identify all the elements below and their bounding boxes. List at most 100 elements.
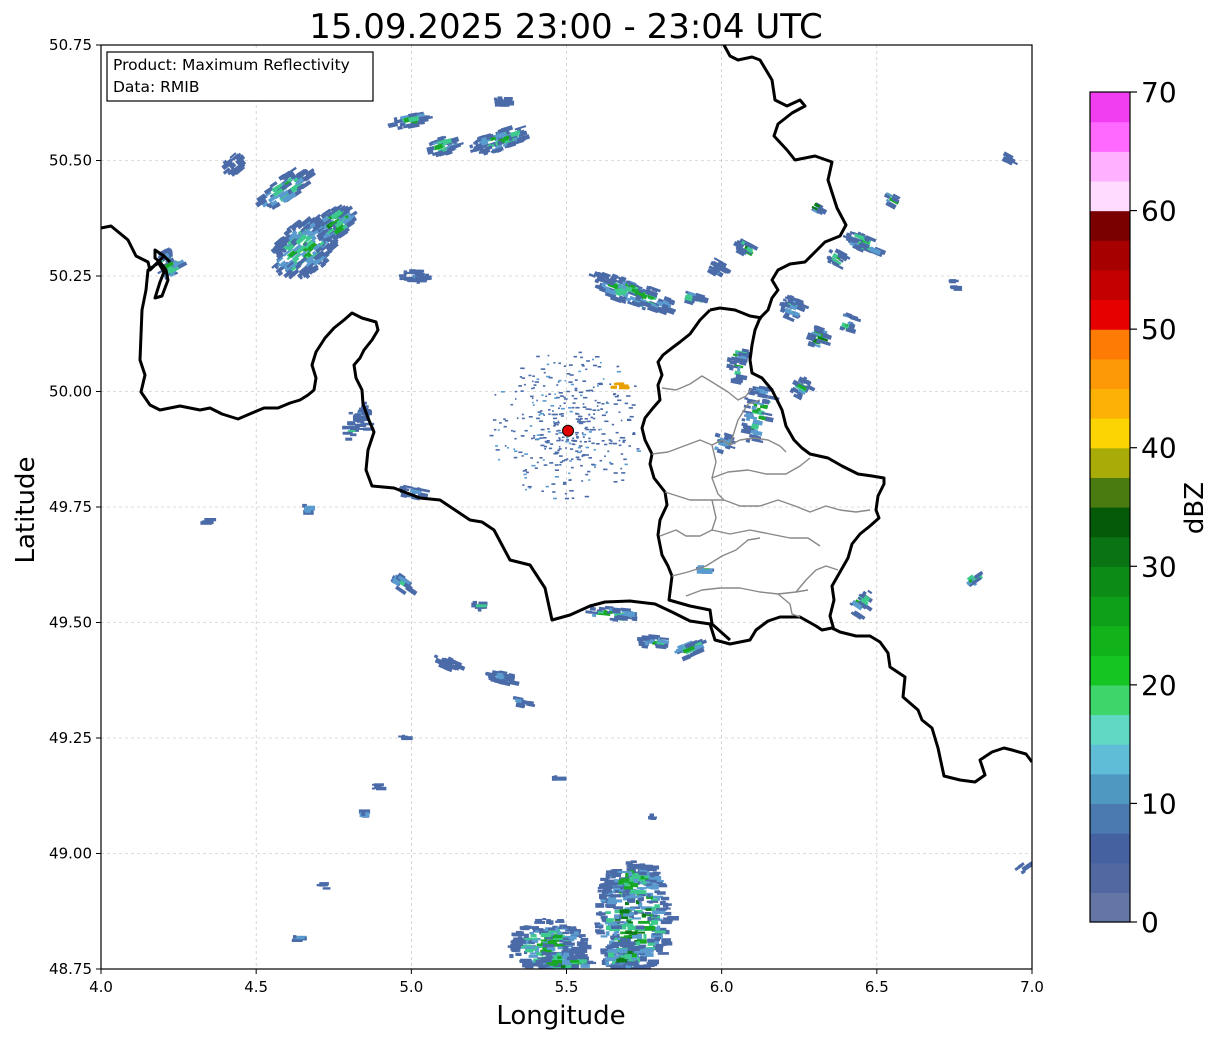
clutter-speck xyxy=(616,370,621,373)
clutter-speck xyxy=(585,428,590,431)
x-tick-label: 4.5 xyxy=(244,978,268,996)
colorbar-label: dBZ xyxy=(1180,482,1210,534)
clutter-speck xyxy=(558,392,563,394)
clutter-speck xyxy=(584,441,588,443)
clutter-speck xyxy=(613,393,617,395)
clutter-speck xyxy=(575,412,578,415)
clutter-speck xyxy=(571,497,575,499)
clutter-speck xyxy=(560,407,565,410)
clutter-speck xyxy=(619,436,623,439)
clutter-speck xyxy=(568,381,573,383)
clutter-speck xyxy=(510,403,514,406)
clutter-speck xyxy=(553,413,558,416)
clutter-speck xyxy=(616,365,620,368)
clutter-speck xyxy=(524,429,528,432)
clutter-speck xyxy=(528,416,533,418)
clutter-speck xyxy=(556,451,560,454)
clutter-speck xyxy=(571,395,575,397)
clutter-speck xyxy=(592,358,594,361)
clutter-speck xyxy=(546,375,551,378)
clutter-speck xyxy=(574,389,578,392)
clutter-speck xyxy=(569,490,574,492)
clutter-speck xyxy=(564,398,568,400)
clutter-speck xyxy=(522,484,525,486)
colorbar-step xyxy=(1090,299,1130,330)
clutter-speck xyxy=(572,437,574,440)
clutter-speck xyxy=(620,453,624,455)
clutter-speck xyxy=(606,401,608,404)
clutter-speck xyxy=(594,466,596,468)
clutter-speck xyxy=(529,425,533,427)
clutter-speck xyxy=(578,370,581,373)
colorbar-step xyxy=(1090,358,1130,390)
clutter-speck xyxy=(617,399,622,402)
clutter-speck xyxy=(520,435,525,437)
clutter-speck xyxy=(494,394,497,396)
clutter-speck xyxy=(593,364,598,367)
clutter-speck xyxy=(557,420,560,423)
clutter-speck xyxy=(586,420,591,423)
x-tick-label: 5.0 xyxy=(399,978,423,996)
clutter-speck xyxy=(550,443,554,445)
clutter-speck xyxy=(499,422,502,424)
clutter-speck xyxy=(532,401,534,404)
clutter-speck xyxy=(588,440,591,443)
clutter-speck xyxy=(538,414,541,416)
clutter-speck xyxy=(530,457,533,459)
clutter-speck xyxy=(620,467,623,470)
colorbar-step xyxy=(1090,625,1130,656)
clutter-speck xyxy=(617,394,619,397)
clutter-speck xyxy=(634,385,637,387)
clutter-speck xyxy=(588,389,593,392)
clutter-speck xyxy=(580,394,583,397)
clutter-speck xyxy=(521,413,524,416)
colorbar-step xyxy=(1090,833,1130,864)
clutter-speck xyxy=(520,390,524,392)
clutter-speck xyxy=(605,411,608,413)
clutter-speck xyxy=(576,437,579,439)
colorbar-step xyxy=(1090,744,1130,775)
clutter-speck xyxy=(576,458,579,460)
clutter-speck xyxy=(545,485,549,488)
clutter-speck xyxy=(536,461,539,464)
clutter-speck xyxy=(563,481,567,484)
clutter-speck xyxy=(536,399,538,402)
clutter-speck xyxy=(530,395,534,398)
y-tick-label: 50.50 xyxy=(49,152,92,170)
clutter-speck xyxy=(500,391,505,393)
clutter-speck xyxy=(568,407,571,409)
clutter-speck xyxy=(575,418,580,420)
clutter-speck xyxy=(536,438,540,440)
colorbar-tick-label: 60 xyxy=(1141,195,1177,228)
clutter-speck xyxy=(570,383,574,386)
clutter-speck xyxy=(584,418,588,420)
x-tick-label: 6.0 xyxy=(710,978,734,996)
clutter-speck xyxy=(563,365,567,367)
clutter-speck xyxy=(548,409,551,411)
clutter-speck xyxy=(571,439,576,442)
clutter-speck xyxy=(542,459,545,461)
clutter-speck xyxy=(536,378,540,380)
clutter-speck xyxy=(626,395,631,397)
clutter-speck xyxy=(571,466,574,469)
clutter-speck xyxy=(585,408,590,410)
colorbar-tick-label: 40 xyxy=(1141,432,1177,465)
clutter-speck xyxy=(636,448,640,450)
clutter-speck xyxy=(556,439,561,442)
clutter-speck xyxy=(541,394,544,396)
clutter-speck xyxy=(498,458,501,461)
clutter-speck xyxy=(532,404,535,406)
clutter-speck xyxy=(514,437,517,440)
clutter-speck xyxy=(578,391,584,394)
colorbar-step xyxy=(1090,507,1130,538)
clutter-speck xyxy=(549,462,554,464)
clutter-speck xyxy=(520,367,525,370)
clutter-speck xyxy=(578,422,584,425)
clutter-speck xyxy=(569,448,574,450)
x-tick-label: 7.0 xyxy=(1020,978,1044,996)
clutter-speck xyxy=(540,444,545,447)
clutter-speck xyxy=(532,375,535,377)
clutter-speck xyxy=(612,442,617,445)
clutter-speck xyxy=(597,366,602,368)
colorbar-step xyxy=(1090,566,1130,597)
